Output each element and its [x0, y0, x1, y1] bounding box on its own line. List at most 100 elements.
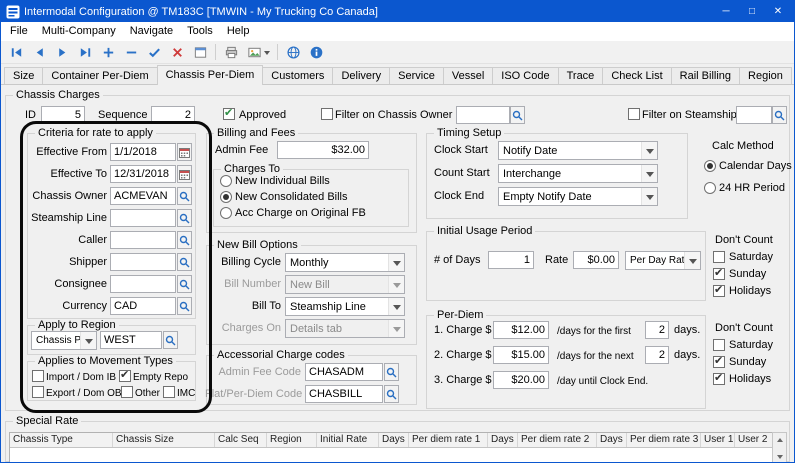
filter-steamship-field[interactable]: [736, 106, 772, 124]
day-checkbox[interactable]: [713, 373, 725, 385]
effective-to-field[interactable]: 12/31/2018: [110, 165, 176, 183]
dont-count-option[interactable]: Sunday: [713, 355, 773, 368]
grid-column-header[interactable]: Initial Rate: [317, 433, 379, 447]
per-diem-2-days-field[interactable]: 2: [645, 346, 669, 364]
tab[interactable]: Delivery: [332, 67, 390, 84]
filter-steamship-lookup-button[interactable]: [772, 106, 787, 124]
save-record-button[interactable]: [143, 42, 165, 62]
chassis-owner-lookup-button[interactable]: [177, 187, 192, 205]
dont-count-option[interactable]: Saturday: [713, 250, 773, 263]
grid-vertical-scrollbar[interactable]: [772, 432, 787, 463]
grid-column-header[interactable]: Days: [597, 433, 627, 447]
effective-from-field[interactable]: 1/1/2018: [110, 143, 176, 161]
flat-perdiem-code-field[interactable]: CHASBILL: [305, 385, 383, 403]
scroll-up-button[interactable]: [773, 433, 786, 447]
day-checkbox[interactable]: [713, 268, 725, 280]
tab[interactable]: Service: [389, 67, 444, 84]
per-diem-2-amount-field[interactable]: $15.00: [493, 346, 549, 364]
caller-lookup-button[interactable]: [177, 231, 192, 249]
dont-count-option[interactable]: Sunday: [713, 267, 773, 280]
shipper-lookup-button[interactable]: [177, 253, 192, 271]
menu-item[interactable]: File: [3, 22, 35, 41]
clock-end-select[interactable]: Empty Notify Date: [498, 187, 658, 206]
grid-column-header[interactable]: Chassis Type: [10, 433, 113, 447]
day-checkbox[interactable]: [713, 251, 725, 263]
image-attachment-button[interactable]: [243, 42, 273, 62]
dont-count-option[interactable]: Holidays: [713, 372, 773, 385]
charges-to-new-consolidated-radio[interactable]: [220, 191, 232, 203]
rate-type-select[interactable]: Per Day Rate: [625, 251, 701, 270]
effective-from-calendar-button[interactable]: [177, 143, 192, 161]
day-checkbox[interactable]: [713, 339, 725, 351]
movement-other-checkbox[interactable]: [121, 386, 133, 398]
movement-import-dom-ib-checkbox[interactable]: [32, 370, 44, 382]
minimize-button[interactable]: ─: [714, 4, 738, 20]
menu-item[interactable]: Tools: [180, 22, 220, 41]
about-info-button[interactable]: [305, 42, 327, 62]
grid-column-header[interactable]: Calc Seq: [215, 433, 267, 447]
tab[interactable]: Rail Billing: [671, 67, 740, 84]
filter-chassis-owner-lookup-button[interactable]: [510, 106, 525, 124]
admin-fee-code-field[interactable]: CHASADM: [305, 363, 383, 381]
tab[interactable]: Customers: [262, 67, 333, 84]
clock-start-select[interactable]: Notify Date: [498, 141, 658, 160]
tab[interactable]: Chassis Per-Diem: [157, 65, 264, 85]
web-link-button[interactable]: [282, 42, 304, 62]
steamship-line-field[interactable]: [110, 209, 176, 227]
grid-column-header[interactable]: User 1: [701, 433, 735, 447]
calc-method-calendar-days-radio[interactable]: [704, 160, 716, 172]
next-record-button[interactable]: [51, 42, 73, 62]
effective-to-calendar-button[interactable]: [177, 165, 192, 183]
add-record-button[interactable]: [97, 42, 119, 62]
close-button[interactable]: ✕: [766, 4, 790, 20]
consignee-lookup-button[interactable]: [177, 275, 192, 293]
print-button[interactable]: [220, 42, 242, 62]
currency-field[interactable]: CAD: [110, 297, 176, 315]
per-diem-3-amount-field[interactable]: $20.00: [493, 371, 549, 389]
filter-steamship-checkbox[interactable]: [628, 108, 640, 120]
shipper-field[interactable]: [110, 253, 176, 271]
per-diem-1-amount-field[interactable]: $12.00: [493, 321, 549, 339]
per-diem-1-days-field[interactable]: 2: [645, 321, 669, 339]
menu-item[interactable]: Help: [220, 22, 257, 41]
tab[interactable]: Size: [4, 67, 43, 84]
caller-field[interactable]: [110, 231, 176, 249]
grid-column-header[interactable]: Days: [379, 433, 409, 447]
currency-lookup-button[interactable]: [177, 297, 192, 315]
menu-item[interactable]: Multi-Company: [35, 22, 123, 41]
grid-column-header[interactable]: Per diem rate 3: [627, 433, 701, 447]
billing-cycle-select[interactable]: Monthly: [285, 253, 405, 272]
delete-record-button[interactable]: [120, 42, 142, 62]
admin-fee-code-lookup-button[interactable]: [384, 363, 399, 381]
grid-empty-row[interactable]: [10, 448, 773, 463]
grid-column-header[interactable]: Chassis Size: [113, 433, 215, 447]
maximize-button[interactable]: □: [740, 4, 764, 20]
filter-chassis-owner-field[interactable]: [456, 106, 510, 124]
last-record-button[interactable]: [74, 42, 96, 62]
bill-to-select[interactable]: Steamship Line: [285, 297, 405, 316]
approved-checkbox[interactable]: [223, 108, 235, 120]
day-checkbox[interactable]: [713, 285, 725, 297]
scroll-down-button[interactable]: [773, 449, 786, 463]
cancel-edit-button[interactable]: [166, 42, 188, 62]
filter-chassis-owner-checkbox[interactable]: [321, 108, 333, 120]
tab[interactable]: Trace: [558, 67, 604, 84]
chassis-owner-field[interactable]: ACMEVAN: [110, 187, 176, 205]
charges-to-acc-charge-radio[interactable]: [220, 207, 232, 219]
calc-method-24hr-radio[interactable]: [704, 182, 716, 194]
tab[interactable]: Check List: [602, 67, 671, 84]
count-start-select[interactable]: Interchange: [498, 164, 658, 183]
charges-to-new-individual-radio[interactable]: [220, 175, 232, 187]
grid-column-header[interactable]: Region: [267, 433, 317, 447]
admin-fee-field[interactable]: $32.00: [277, 141, 369, 159]
steamship-line-lookup-button[interactable]: [177, 209, 192, 227]
region-lookup-button[interactable]: [163, 331, 178, 349]
movement-empty-repo-checkbox[interactable]: [119, 370, 131, 382]
dont-count-option[interactable]: Holidays: [713, 284, 773, 297]
grid-column-header[interactable]: Per diem rate 1: [409, 433, 488, 447]
tab[interactable]: Container Per-Diem: [42, 67, 157, 84]
region-mode-select[interactable]: Chassis Pick: [31, 331, 97, 350]
id-field[interactable]: 5: [41, 106, 85, 124]
flat-perdiem-code-lookup-button[interactable]: [384, 385, 399, 403]
region-field[interactable]: WEST: [100, 331, 162, 349]
